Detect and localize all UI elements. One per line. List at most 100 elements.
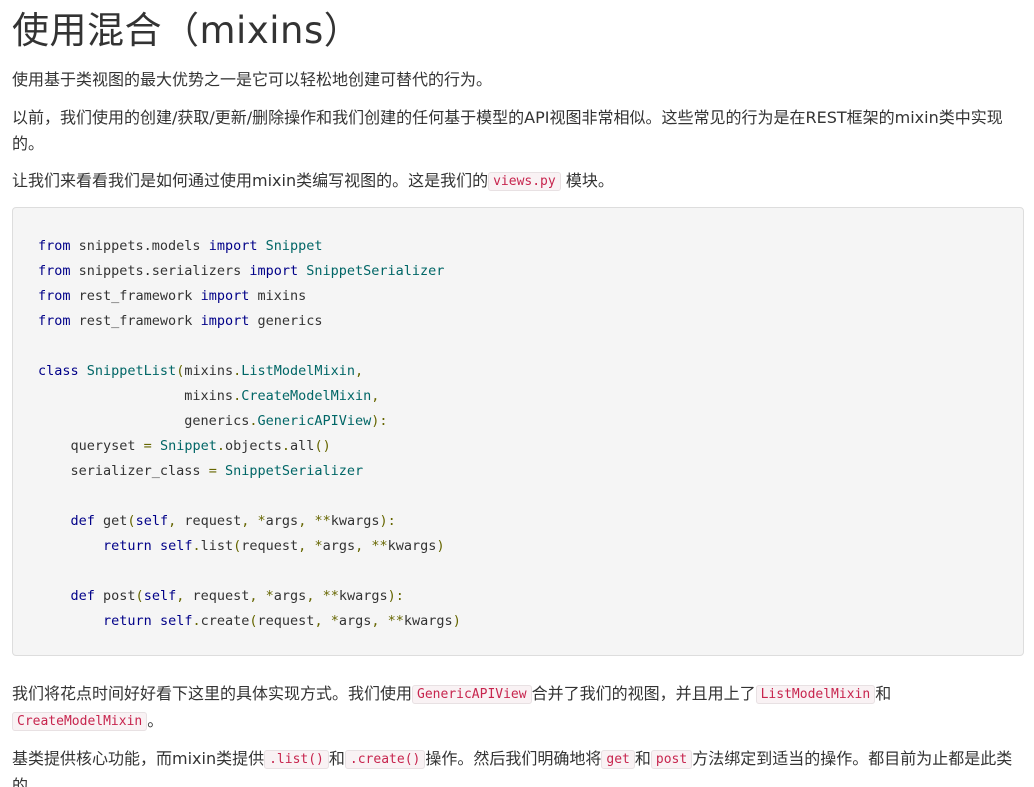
code-token: Snippet bbox=[265, 238, 323, 254]
code-token: () bbox=[314, 438, 331, 454]
code-token: . bbox=[192, 538, 201, 554]
code-token: args bbox=[273, 588, 307, 604]
code-line: return self.create(request, *args, **kwa… bbox=[38, 609, 461, 634]
code-token: class bbox=[38, 363, 79, 379]
code-token: SnippetList bbox=[86, 363, 177, 379]
code-token: from bbox=[38, 288, 71, 304]
code-token: ): bbox=[379, 513, 396, 529]
implementation-paragraph: 我们将花点时间好好看下这里的具体实现方式。我们使用 GenericAPIView 合… bbox=[12, 681, 1022, 735]
code-token: args bbox=[322, 538, 356, 554]
code-token: ** bbox=[387, 613, 404, 629]
views-intro-text-after: 模块。 bbox=[565, 171, 614, 190]
code-line: from rest_framework import mixins bbox=[38, 284, 461, 309]
code-token: ** bbox=[314, 513, 331, 529]
code-token: . bbox=[192, 613, 201, 629]
code-token: , bbox=[168, 513, 177, 529]
inline-code-genericapiview: GenericAPIView bbox=[412, 685, 532, 704]
code-token: * bbox=[265, 588, 274, 604]
impl-text-2: 合并了我们的视图，并且用上了 bbox=[531, 684, 756, 703]
code-token: , bbox=[371, 613, 380, 629]
inline-code-createmodelmixin: CreateModelMixin bbox=[12, 712, 148, 731]
code-token: ) bbox=[436, 538, 445, 554]
code-token: SnippetSerializer bbox=[306, 263, 445, 279]
code-token: self bbox=[135, 513, 169, 529]
code-token: from bbox=[38, 238, 71, 254]
code-token: ** bbox=[371, 538, 388, 554]
code-token: ( bbox=[249, 613, 258, 629]
code-token: request bbox=[241, 538, 299, 554]
code-token: mixins bbox=[184, 363, 234, 379]
code-token: args bbox=[265, 513, 299, 529]
inline-code-list: .list() bbox=[264, 750, 329, 769]
code-token: get bbox=[94, 513, 128, 529]
code-line: from snippets.serializers import Snippet… bbox=[38, 259, 461, 284]
code-token: self bbox=[159, 538, 193, 554]
code-block: from snippets.models import Snippet from … bbox=[12, 207, 1024, 656]
code-token: mixins bbox=[249, 288, 307, 304]
code-token: , bbox=[249, 588, 258, 604]
code-line: from rest_framework import generics bbox=[38, 309, 461, 334]
code-token: kwargs bbox=[330, 513, 380, 529]
document-page: 使用混合（mixins） 使用基于类视图的最大优势之一是它可以轻松地创建可替代的… bbox=[0, 0, 1034, 787]
code-token: def bbox=[70, 588, 95, 604]
code-line: generics.GenericAPIView): bbox=[38, 409, 461, 434]
code-token: from bbox=[38, 263, 71, 279]
code-line: def get(self, request, *args, **kwargs): bbox=[38, 509, 461, 534]
code-token: * bbox=[330, 613, 339, 629]
code-token: = bbox=[143, 438, 152, 454]
impl-text-4: 。 bbox=[147, 711, 164, 730]
code-token: self bbox=[143, 588, 177, 604]
code-token: ): bbox=[387, 588, 404, 604]
code-token: kwargs bbox=[387, 538, 437, 554]
code-token: request bbox=[257, 613, 315, 629]
code-token: * bbox=[257, 513, 266, 529]
code-token: kwargs bbox=[403, 613, 453, 629]
code-token: * bbox=[314, 538, 323, 554]
code-line: serializer_class = SnippetSerializer bbox=[38, 459, 461, 484]
impl-text-3: 和 bbox=[875, 684, 892, 703]
code-token: serializer_class bbox=[38, 463, 209, 479]
code-line: queryset = Snippet.objects.all() bbox=[38, 434, 461, 459]
code-listing: from snippets.models import Snippet from … bbox=[38, 234, 461, 634]
code-token: . bbox=[281, 438, 291, 454]
binding-text-2: 和 bbox=[328, 749, 345, 768]
inline-code-create: .create() bbox=[344, 750, 426, 769]
code-token: import bbox=[200, 288, 250, 304]
binding-paragraph: 基类提供核心功能，而mixin类提供 .list() 和 .create() 操作。然后… bbox=[12, 746, 1022, 787]
code-token: create bbox=[200, 613, 250, 629]
code-line: return self.list(request, *args, **kwarg… bbox=[38, 534, 461, 559]
code-token: all bbox=[290, 438, 315, 454]
code-token: ( bbox=[135, 588, 144, 604]
code-token: GenericAPIView bbox=[257, 413, 372, 429]
code-token: , bbox=[371, 388, 380, 404]
code-token: def bbox=[70, 513, 95, 529]
code-line: def post(self, request, *args, **kwargs)… bbox=[38, 584, 461, 609]
code-token: rest_framework bbox=[70, 313, 201, 329]
code-token: rest_framework bbox=[70, 288, 201, 304]
code-token: snippets.models bbox=[70, 238, 209, 254]
code-token: self bbox=[159, 613, 193, 629]
binding-text-4: 和 bbox=[634, 749, 651, 768]
code-token: return bbox=[103, 538, 152, 554]
inline-code-get: get bbox=[601, 750, 635, 769]
code-token: args bbox=[338, 613, 372, 629]
code-line: mixins.CreateModelMixin, bbox=[38, 384, 461, 409]
intro-paragraph: 使用基于类视图的最大优势之一是它可以轻松地创建可替代的行为。 bbox=[12, 70, 493, 89]
code-token: mixins bbox=[38, 388, 234, 404]
code-token: ListModelMixin bbox=[241, 363, 356, 379]
inline-code-listmodelmixin: ListModelMixin bbox=[755, 685, 876, 704]
inline-code-post: post bbox=[650, 750, 693, 769]
code-token: . bbox=[216, 438, 225, 454]
